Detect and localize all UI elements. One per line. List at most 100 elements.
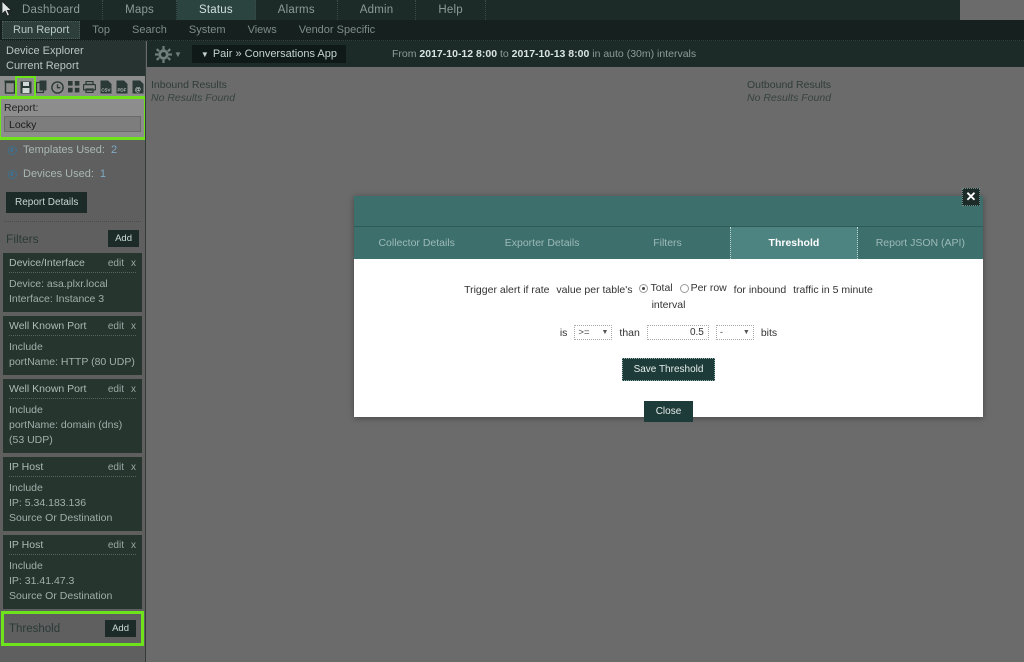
filter-card-body: Include portName: domain (dns) (53 UDP) [9,399,136,448]
filter-card-title: IP Host [9,539,44,551]
nav-item-alarms[interactable]: Alarms [256,0,338,20]
subnav-item-search[interactable]: Search [122,22,177,38]
filter-edit-link[interactable]: edit [108,384,124,395]
report-name-input[interactable]: Locky [4,116,141,132]
templates-used-row[interactable]: Templates Used: 2 [0,138,145,162]
copy-report-icon[interactable] [34,79,49,96]
sidebar-links: Device Explorer Current Report [0,41,145,76]
filter-remove-link[interactable]: x [131,384,136,395]
export-pdf-icon[interactable]: PDF [114,79,129,96]
filter-remove-link[interactable]: x [131,258,136,269]
nav-item-dashboard[interactable]: Dashboard [0,0,104,20]
filter-line: IP: 5.34.183.136 [9,497,87,509]
nav-label: Dashboard [22,4,81,16]
sidebar-link-current-report[interactable]: Current Report [6,59,145,74]
filter-remove-link[interactable]: x [131,462,136,473]
unit-select[interactable]: - ▼ [715,325,754,340]
filter-card-title: Well Known Port [9,320,87,332]
report-details-button[interactable]: Report Details [6,192,88,213]
tab-label: Filters [653,237,682,249]
close-modal-button[interactable]: Close [643,401,694,422]
filter-card-actions: edit x [108,258,136,269]
save-threshold-wrap: Save Threshold [354,358,983,381]
breadcrumb[interactable]: ▼ Pair » Conversations App [191,45,346,63]
inbound-results-title: Inbound Results [151,79,227,91]
date-range-prefix: From [391,48,417,60]
sidebar-link-device-explorer[interactable]: Device Explorer [6,44,145,59]
operator-value: >= [578,327,590,338]
radio-option-total[interactable]: Total [639,281,673,296]
svg-text:@: @ [134,88,140,94]
subnav-label: Views [247,24,277,36]
tab-collector-details[interactable]: Collector Details [354,227,479,259]
nav-item-admin[interactable]: Admin [338,0,417,20]
radio-per-row-icon [679,284,689,293]
filter-remove-link[interactable]: x [131,540,136,551]
tab-exporter-details[interactable]: Exporter Details [479,227,604,259]
filter-line: Source Or Destination [9,590,113,602]
subnav-item-system[interactable]: System [179,22,236,38]
report-name-section: Report: Locky [0,96,145,140]
subnav-item-run-report[interactable]: Run Report [2,21,81,39]
sidebar-link-label: Device Explorer [6,45,84,57]
modal-tab-bar: Collector Details Exporter Details Filte… [354,226,983,259]
chevron-down-icon: ▼ [601,329,609,336]
filter-remove-link[interactable]: x [131,321,136,332]
nav-item-maps[interactable]: Maps [103,0,177,20]
outbound-results-panel: Outbound Results No Results Found [747,79,831,104]
devices-used-label: Devices Used: [23,168,94,180]
filter-card-title: Device/Interface [9,257,85,269]
tab-label: Exporter Details [504,237,580,249]
tab-report-json-api[interactable]: Report JSON (API) [858,227,983,259]
radio-option-per-row[interactable]: Per row [679,281,727,296]
grid-layout-icon[interactable] [66,79,81,96]
filter-card-header: IP Host edit x [9,539,136,555]
save-report-icon[interactable] [15,75,36,99]
subnav-item-views[interactable]: Views [238,22,287,38]
trash-icon[interactable] [2,79,17,96]
tab-filters[interactable]: Filters [605,227,730,259]
filter-edit-link[interactable]: edit [108,540,124,551]
schedule-clock-icon[interactable] [50,79,65,96]
filters-add-button[interactable]: Add [108,230,139,247]
filter-card-actions: edit x [108,321,136,332]
subnav-item-vendor-specific[interactable]: Vendor Specific [289,22,385,38]
threshold-add-button[interactable]: Add [105,620,136,637]
secondary-navigation-bar: Run Report Top Search System Views Vendo… [0,20,1024,41]
threshold-amount-input[interactable]: 0.5 [646,325,709,340]
threshold-section-header: Threshold Add [1,611,144,646]
inbound-results-message: No Results Found [151,92,236,104]
filter-edit-link[interactable]: edit [108,258,124,269]
sidebar-link-label: Current Report [6,60,79,72]
export-csv-icon[interactable]: CSV [98,79,113,96]
save-threshold-button[interactable]: Save Threshold [621,358,716,381]
filter-card-title: IP Host [9,461,44,473]
expand-plus-icon [8,169,17,179]
operator-select[interactable]: >= ▼ [574,325,613,340]
svg-text:PDF: PDF [117,87,126,92]
filter-card-actions: edit x [108,540,136,551]
tab-label: Collector Details [378,237,455,249]
date-range-start: 2017-10-12 8:00 [419,48,498,60]
nav-label: Admin [359,4,394,16]
filter-card-header: IP Host edit x [9,461,136,477]
devices-used-row[interactable]: Devices Used: 1 [0,162,145,186]
gear-icon[interactable]: ▼ [155,45,182,63]
filter-edit-link[interactable]: edit [108,462,124,473]
filter-line: portName: HTTP (80 UDP) [9,356,135,368]
tab-threshold[interactable]: Threshold [730,227,858,259]
tab-label: Report JSON (API) [875,237,965,249]
filter-edit-link[interactable]: edit [108,321,124,332]
nav-item-help[interactable]: Help [416,0,486,20]
export-email-icon[interactable]: @ [130,79,145,96]
filter-card-header: Device/Interface edit x [9,257,136,273]
chevron-down-icon: ▼ [174,49,182,59]
close-icon[interactable]: ✕ [962,188,980,206]
threshold-condition-row: is >= ▼ than 0.5 - ▼ bits [354,325,983,340]
report-toolbar: ▼ ▼ Pair » Conversations App From 2017-1… [147,41,1024,67]
print-icon[interactable] [82,79,97,96]
nav-item-status[interactable]: Status [176,0,256,20]
modal-header: ✕ [354,188,983,226]
subnav-item-top[interactable]: Top [82,22,120,38]
